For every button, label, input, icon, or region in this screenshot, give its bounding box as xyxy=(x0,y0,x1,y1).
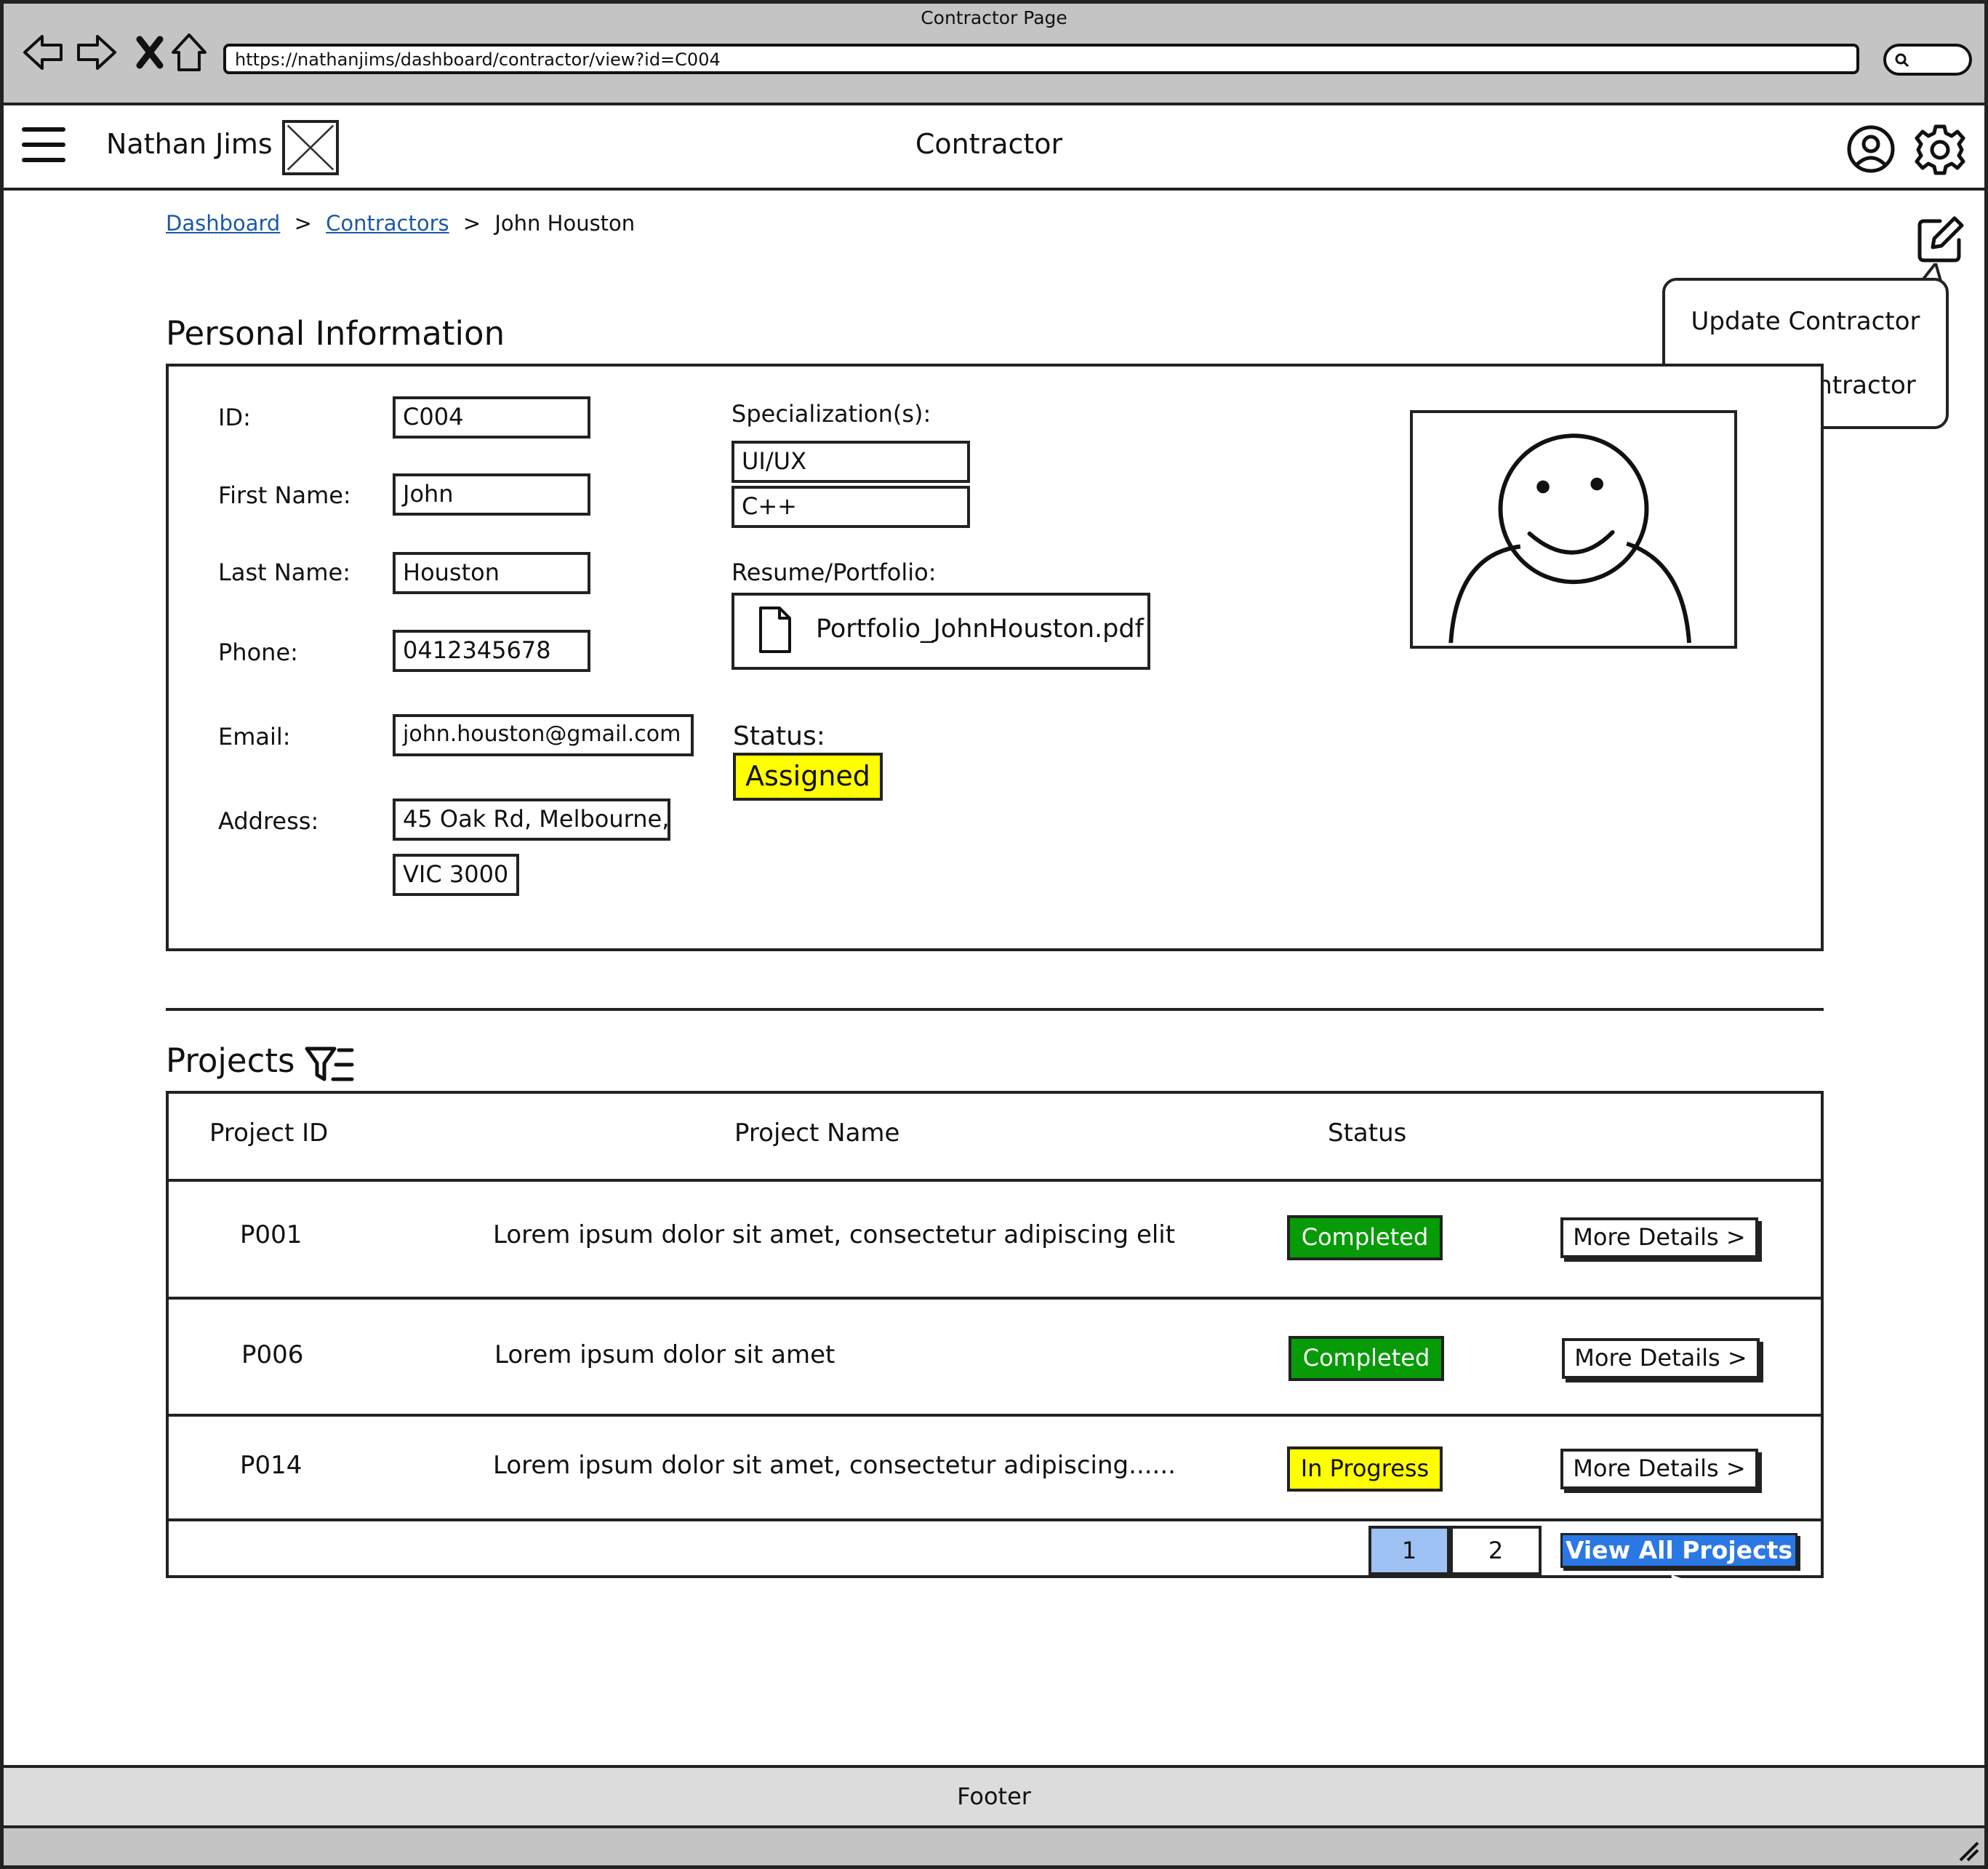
email-field[interactable]: john.houston@gmail.com xyxy=(393,714,694,756)
settings-gear-icon[interactable] xyxy=(1914,124,1966,176)
last-name-field[interactable]: Houston xyxy=(393,552,590,594)
brand-name: Nathan Jims xyxy=(106,128,273,160)
edit-pencil-icon[interactable] xyxy=(1915,214,1966,265)
email-label: Email: xyxy=(218,723,291,751)
address-bar[interactable]: https://nathanjims/dashboard/contractor/… xyxy=(223,44,1859,74)
project-id-cell: P006 xyxy=(241,1340,304,1369)
profile-avatar-image xyxy=(1410,410,1737,649)
last-name-label: Last Name: xyxy=(218,559,351,586)
first-name-field[interactable]: John xyxy=(393,473,590,516)
section-divider xyxy=(166,1008,1824,1011)
document-file-icon xyxy=(759,607,791,653)
address-label: Address: xyxy=(218,807,319,835)
view-all-projects-button[interactable]: View All Projects > xyxy=(1560,1533,1797,1595)
filter-icon[interactable] xyxy=(304,1044,355,1085)
pagination-page-1[interactable]: 1 xyxy=(1368,1526,1450,1575)
back-arrow-icon[interactable] xyxy=(20,29,67,76)
column-header-project-name: Project Name xyxy=(734,1118,900,1148)
personal-info-title: Personal Information xyxy=(166,314,505,353)
project-status-badge: Completed xyxy=(1288,1336,1444,1381)
breadcrumb: Dashboard > Contractors > John Houston xyxy=(166,211,635,236)
footer: Footer xyxy=(0,1765,1988,1828)
specializations-label: Specialization(s): xyxy=(732,400,931,428)
project-id-cell: P014 xyxy=(240,1451,302,1480)
more-details-button[interactable]: More Details > xyxy=(1560,1217,1758,1258)
phone-field[interactable]: 0412345678 xyxy=(393,630,590,672)
window-title: Contractor Page xyxy=(921,7,1067,28)
projects-title: Projects xyxy=(166,1041,295,1080)
user-account-icon[interactable] xyxy=(1845,124,1896,175)
breadcrumb-separator: > xyxy=(462,211,481,236)
column-header-project-id: Project ID xyxy=(209,1118,329,1148)
specialization-field[interactable]: UI/UX xyxy=(732,441,970,483)
more-details-button[interactable]: More Details > xyxy=(1560,1449,1758,1489)
id-field[interactable]: C004 xyxy=(393,396,590,439)
search-icon xyxy=(1895,53,1909,68)
project-name-cell: Lorem ipsum dolor sit amet xyxy=(494,1340,835,1369)
home-icon[interactable] xyxy=(166,29,212,76)
address-line1-field[interactable]: 45 Oak Rd, Melbourne, xyxy=(393,799,670,841)
specialization-field[interactable]: C++ xyxy=(732,486,970,528)
window-status-bar xyxy=(0,1828,1988,1869)
page-title: Contractor xyxy=(915,128,1063,160)
project-id-cell: P001 xyxy=(240,1220,302,1249)
phone-label: Phone: xyxy=(218,639,298,666)
status-badge: Assigned xyxy=(733,753,883,801)
id-label: ID: xyxy=(218,404,251,431)
project-name-cell: Lorem ipsum dolor sit amet, consectetur … xyxy=(493,1451,1176,1480)
breadcrumb-contractors-link[interactable]: Contractors xyxy=(326,211,449,236)
row-divider xyxy=(166,1297,1824,1300)
status-label: Status: xyxy=(733,721,825,751)
project-status-badge: In Progress xyxy=(1287,1446,1443,1492)
row-divider xyxy=(166,1518,1824,1521)
first-name-label: First Name: xyxy=(218,481,351,509)
more-details-button[interactable]: More Details > xyxy=(1562,1338,1760,1379)
project-name-cell: Lorem ipsum dolor sit amet, consectetur … xyxy=(493,1220,1176,1249)
browser-search-field[interactable] xyxy=(1883,44,1972,76)
breadcrumb-current: John Houston xyxy=(494,211,636,236)
breadcrumb-dashboard-link[interactable]: Dashboard xyxy=(166,211,280,236)
address-line2-field[interactable]: VIC 3000 xyxy=(393,854,519,896)
projects-table xyxy=(166,1091,1824,1578)
logo-placeholder xyxy=(282,120,339,175)
resume-label: Resume/Portfolio: xyxy=(732,559,937,586)
breadcrumb-separator: > xyxy=(294,211,312,236)
resize-grip-icon[interactable] xyxy=(1956,1838,1981,1863)
row-divider xyxy=(166,1414,1824,1417)
row-divider xyxy=(166,1179,1824,1182)
update-contractor-menu-item[interactable]: Update Contractor xyxy=(1665,307,1946,336)
resume-filename: Portfolio_JohnHouston.pdf xyxy=(816,615,1144,644)
hamburger-menu-icon[interactable] xyxy=(22,127,65,167)
forward-arrow-icon[interactable] xyxy=(73,29,119,76)
pagination-page-2[interactable]: 2 xyxy=(1450,1526,1542,1575)
column-header-status: Status xyxy=(1328,1118,1407,1148)
project-status-badge: Completed xyxy=(1287,1215,1443,1260)
